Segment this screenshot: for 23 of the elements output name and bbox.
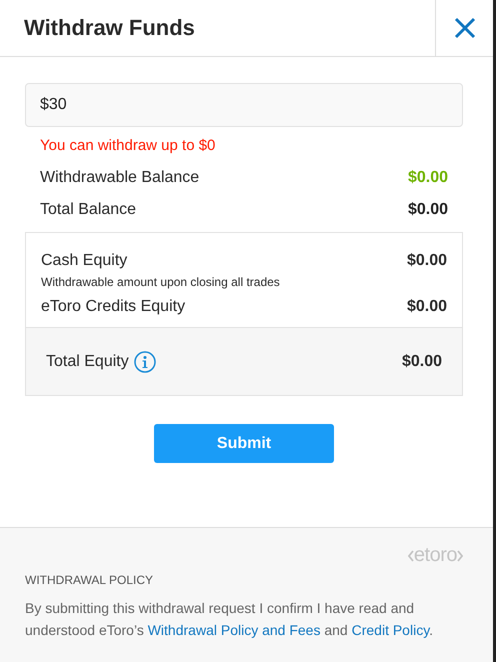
equity-note: Withdrawable amount upon closing all trades (40, 275, 281, 291)
balance-label: Withdrawable Balance (40, 169, 200, 187)
equity-label: Cash Equity (41, 252, 128, 270)
logo-bracket-icon (457, 550, 463, 562)
submit-button[interactable]: Submit (154, 424, 334, 463)
amount-field[interactable]: $30 (25, 83, 463, 127)
policy-heading: WITHDRAWAL POLICY (25, 573, 154, 587)
logo-bracket-icon (408, 550, 414, 562)
balance-value: $0.00 (408, 169, 448, 187)
window-title: Withdraw Funds (23, 14, 196, 42)
total-equity-value: $0.00 (402, 352, 442, 370)
close-icon (454, 17, 476, 39)
policy-text: By submitting this withdrawal request I confirm I have read and understood eToro’s Withdrawal Policy and Fees and Credit Policy. (25, 599, 434, 640)
policy-link[interactable]: Credit Policy (352, 622, 430, 638)
info-icon[interactable] (134, 350, 156, 372)
equity-label: eToro Credits Equity (41, 298, 186, 316)
error-message: You can withdraw up to $0 (40, 137, 216, 154)
balance-label: Total Balance (40, 201, 136, 219)
policy-link[interactable]: Withdrawal Policy and Fees (148, 622, 320, 638)
total-equity-label: Total Equity (46, 352, 129, 370)
balance-value: $0.00 (408, 201, 448, 219)
equity-value: $0.00 (406, 252, 447, 270)
equity-value: $0.00 (406, 298, 447, 316)
